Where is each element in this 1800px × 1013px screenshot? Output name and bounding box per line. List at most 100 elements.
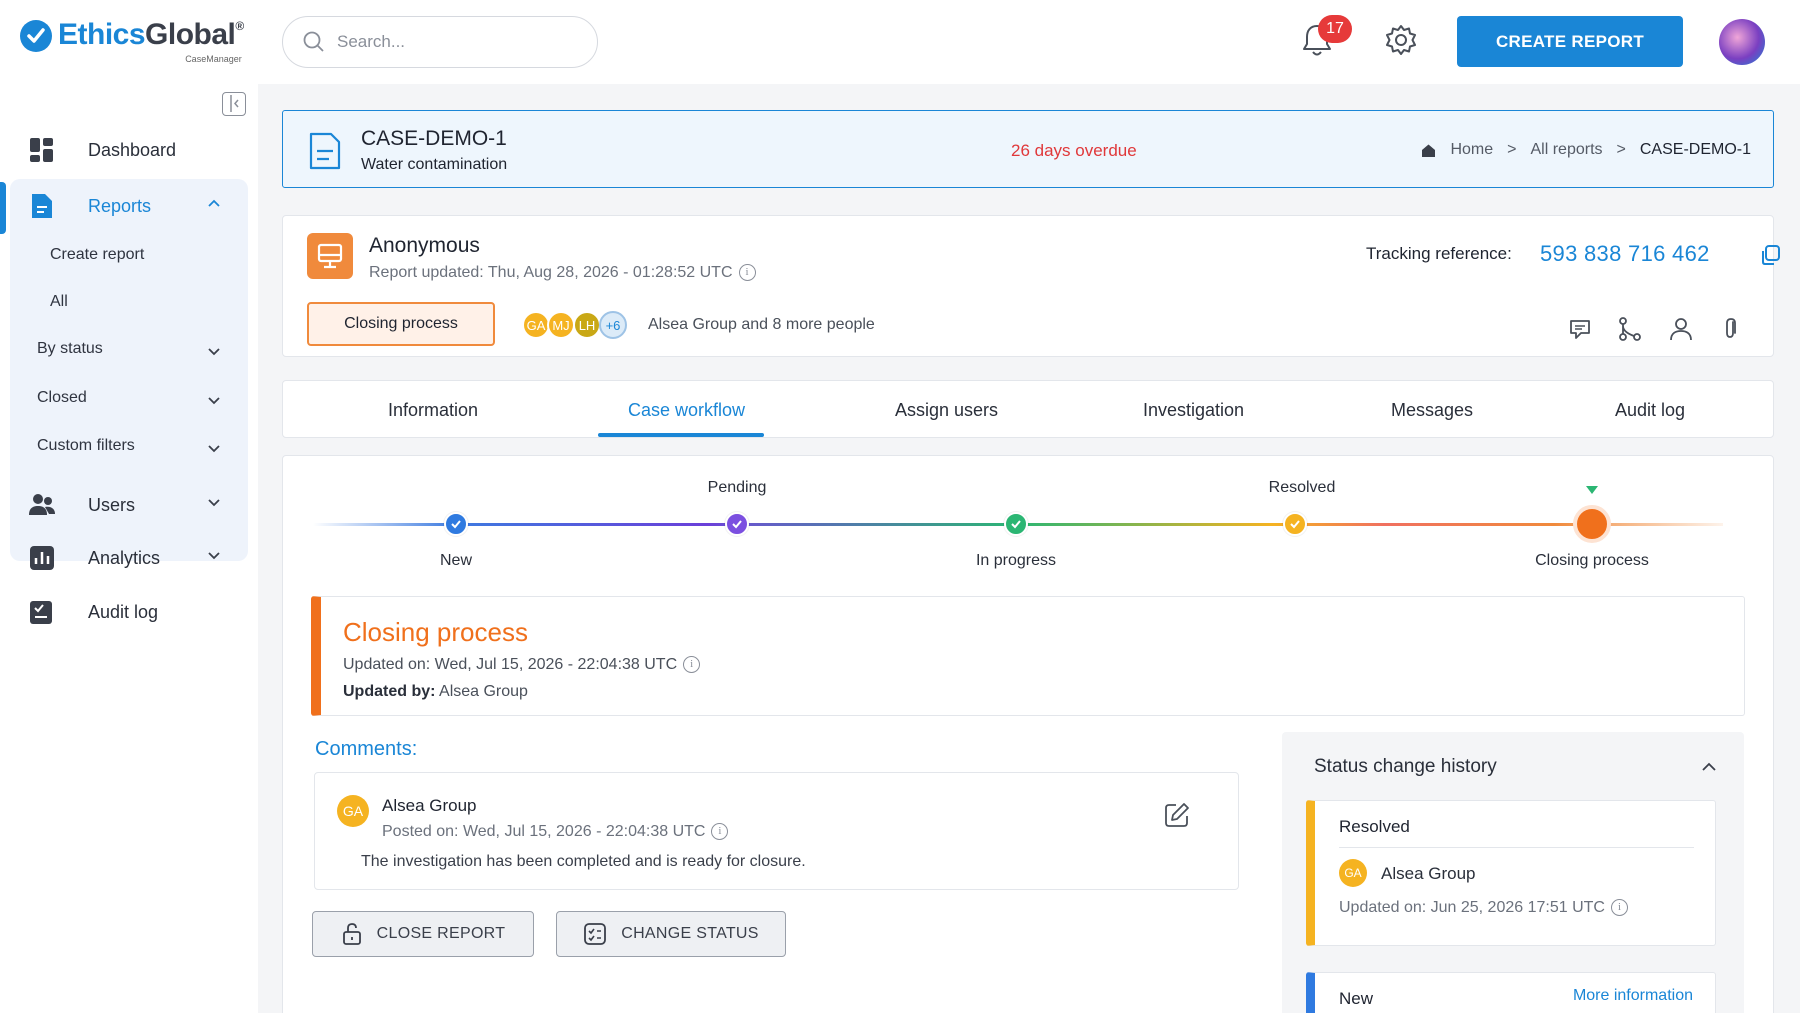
step-pending[interactable] (725, 512, 749, 536)
sidebar-item-custom-filters[interactable]: Custom filters (37, 437, 135, 455)
brand-subtitle: CaseManager (185, 54, 242, 64)
chevron-down-icon[interactable] (206, 392, 222, 408)
chat-icon[interactable] (1567, 316, 1593, 342)
report-updated: Report updated: Thu, Aug 28, 2026 - 01:2… (369, 264, 733, 281)
comment-text: The investigation has been completed and… (361, 853, 806, 870)
avatar[interactable]: LH (573, 311, 601, 339)
chevron-up-icon[interactable] (1700, 758, 1718, 776)
gear-icon[interactable] (1385, 24, 1417, 56)
step-label: Closing process (1535, 552, 1649, 569)
info-icon[interactable]: i (711, 823, 729, 841)
step-new[interactable] (444, 512, 468, 536)
tab-messages[interactable]: Messages (1391, 400, 1473, 421)
comment-card: GA Alsea Group Posted on: Wed, Jul 15, 2… (314, 772, 1239, 890)
avatar: GA (337, 795, 369, 827)
document-icon (309, 132, 341, 170)
tab-audit-log[interactable]: Audit log (1615, 400, 1685, 421)
avatar: GA (1339, 859, 1367, 887)
current-status-title: Closing process (343, 617, 528, 647)
current-status-updated-by: Updated by: Alsea Group (343, 683, 528, 700)
tab-investigation[interactable]: Investigation (1143, 400, 1244, 421)
more-avatars[interactable]: +6 (599, 311, 627, 339)
tab-case-workflow[interactable]: Case workflow (628, 400, 745, 421)
step-resolved[interactable] (1283, 512, 1307, 536)
step-label: New (439, 552, 473, 569)
sidebar-item-analytics[interactable]: Analytics (28, 544, 220, 572)
tab-information[interactable]: Information (388, 400, 478, 421)
breadcrumb-separator: > (1616, 141, 1626, 158)
active-tab-indicator (598, 433, 764, 437)
search-input[interactable] (337, 32, 577, 52)
sidebar-item-users[interactable]: Users (28, 491, 220, 519)
avatar[interactable]: GA (522, 311, 550, 339)
sidebar-item-dashboard[interactable]: Dashboard (28, 136, 176, 164)
anonymous-reporter-icon (307, 233, 353, 279)
attachment-icon[interactable] (1718, 316, 1744, 342)
more-information-link[interactable]: More information (1573, 987, 1693, 1005)
sidebar-item-create-report[interactable]: Create report (50, 246, 144, 264)
button-label: CLOSE REPORT (376, 925, 506, 942)
divider (1339, 847, 1694, 848)
tracking-number: 593 838 716 462 (1540, 241, 1710, 266)
comments-title: Comments: (315, 738, 418, 760)
breadcrumb-current: CASE-DEMO-1 (1639, 141, 1751, 158)
history-item: New More information (1306, 972, 1716, 1013)
change-status-button[interactable]: CHANGE STATUS (556, 911, 786, 957)
users-icon (29, 494, 55, 515)
analytics-icon (30, 546, 54, 570)
sidebar-item-all[interactable]: All (50, 293, 68, 311)
step-label: Resolved (1268, 479, 1336, 496)
breadcrumb-separator: > (1507, 141, 1517, 158)
current-status-box: Closing process Updated on: Wed, Jul 15,… (311, 596, 1745, 716)
sidebar-item-label: Analytics (88, 547, 161, 568)
sidebar-item-by-status[interactable]: By status (37, 340, 103, 358)
checklist-icon (584, 923, 607, 945)
report-updated-line: Report updated: Thu, Aug 28, 2026 - 01:2… (369, 264, 756, 282)
breadcrumb-all-reports[interactable]: All reports (1531, 141, 1603, 159)
sidebar-item-label: Dashboard (88, 139, 177, 160)
chevron-down-icon[interactable] (206, 440, 222, 456)
case-header: CASE-DEMO-1 Water contamination 26 days … (282, 110, 1774, 188)
user-avatar[interactable] (1719, 19, 1765, 65)
step-in-progress[interactable] (1004, 512, 1028, 536)
history-status: Resolved (1339, 817, 1410, 836)
info-icon[interactable]: i (683, 656, 701, 674)
copy-icon[interactable] (1759, 244, 1781, 266)
user-icon[interactable] (1668, 316, 1694, 342)
status-change-history: Status change history Resolved GA Alsea … (1282, 732, 1744, 1013)
chevron-down-icon[interactable] (206, 547, 222, 563)
history-status: New (1339, 989, 1374, 1008)
edit-icon[interactable] (1163, 801, 1191, 829)
brand-name: EthicsGlobal® (58, 18, 244, 51)
avatar[interactable]: MJ (547, 311, 575, 339)
overdue-status: 26 days overdue (1011, 141, 1137, 160)
breadcrumb-home[interactable]: Home (1450, 141, 1493, 159)
chevron-down-icon[interactable] (206, 343, 222, 359)
home-icon[interactable] (1421, 143, 1436, 158)
sidebar-item-reports[interactable]: Reports (28, 192, 220, 220)
sidebar-item-label: Audit log (88, 601, 159, 622)
assigned-people: Alsea Group and 8 more people (648, 316, 875, 333)
history-updated: Updated on: Jun 25, 2026 17:51 UTC (1339, 899, 1605, 916)
history-item: Resolved GA Alsea Group Updated on: Jun … (1306, 800, 1716, 946)
comment-posted-line: Posted on: Wed, Jul 15, 2026 - 22:04:38 … (382, 823, 729, 841)
info-icon[interactable]: i (1610, 899, 1628, 917)
chevron-down-icon[interactable] (206, 494, 222, 510)
tab-assign-users[interactable]: Assign users (895, 400, 998, 421)
close-report-button[interactable]: CLOSE REPORT (312, 911, 534, 957)
brand-logo[interactable]: EthicsGlobal® CaseManager (20, 18, 244, 64)
search-box[interactable] (282, 16, 598, 68)
workflow-icon[interactable] (1617, 316, 1643, 342)
info-icon[interactable]: i (738, 264, 756, 282)
sidebar-item-label: Reports (88, 195, 152, 216)
lock-icon (342, 923, 361, 945)
collapse-sidebar-icon[interactable] (222, 92, 246, 116)
create-report-button[interactable]: CREATE REPORT (1457, 16, 1683, 67)
search-icon (303, 31, 324, 52)
step-closing-process[interactable] (1573, 505, 1611, 543)
chevron-up-icon[interactable] (206, 195, 222, 211)
sidebar-item-closed[interactable]: Closed (37, 389, 87, 407)
status-badge: Closing process (307, 302, 495, 346)
current-step-marker (1586, 486, 1598, 494)
sidebar-item-audit-log[interactable]: Audit log (28, 598, 158, 626)
